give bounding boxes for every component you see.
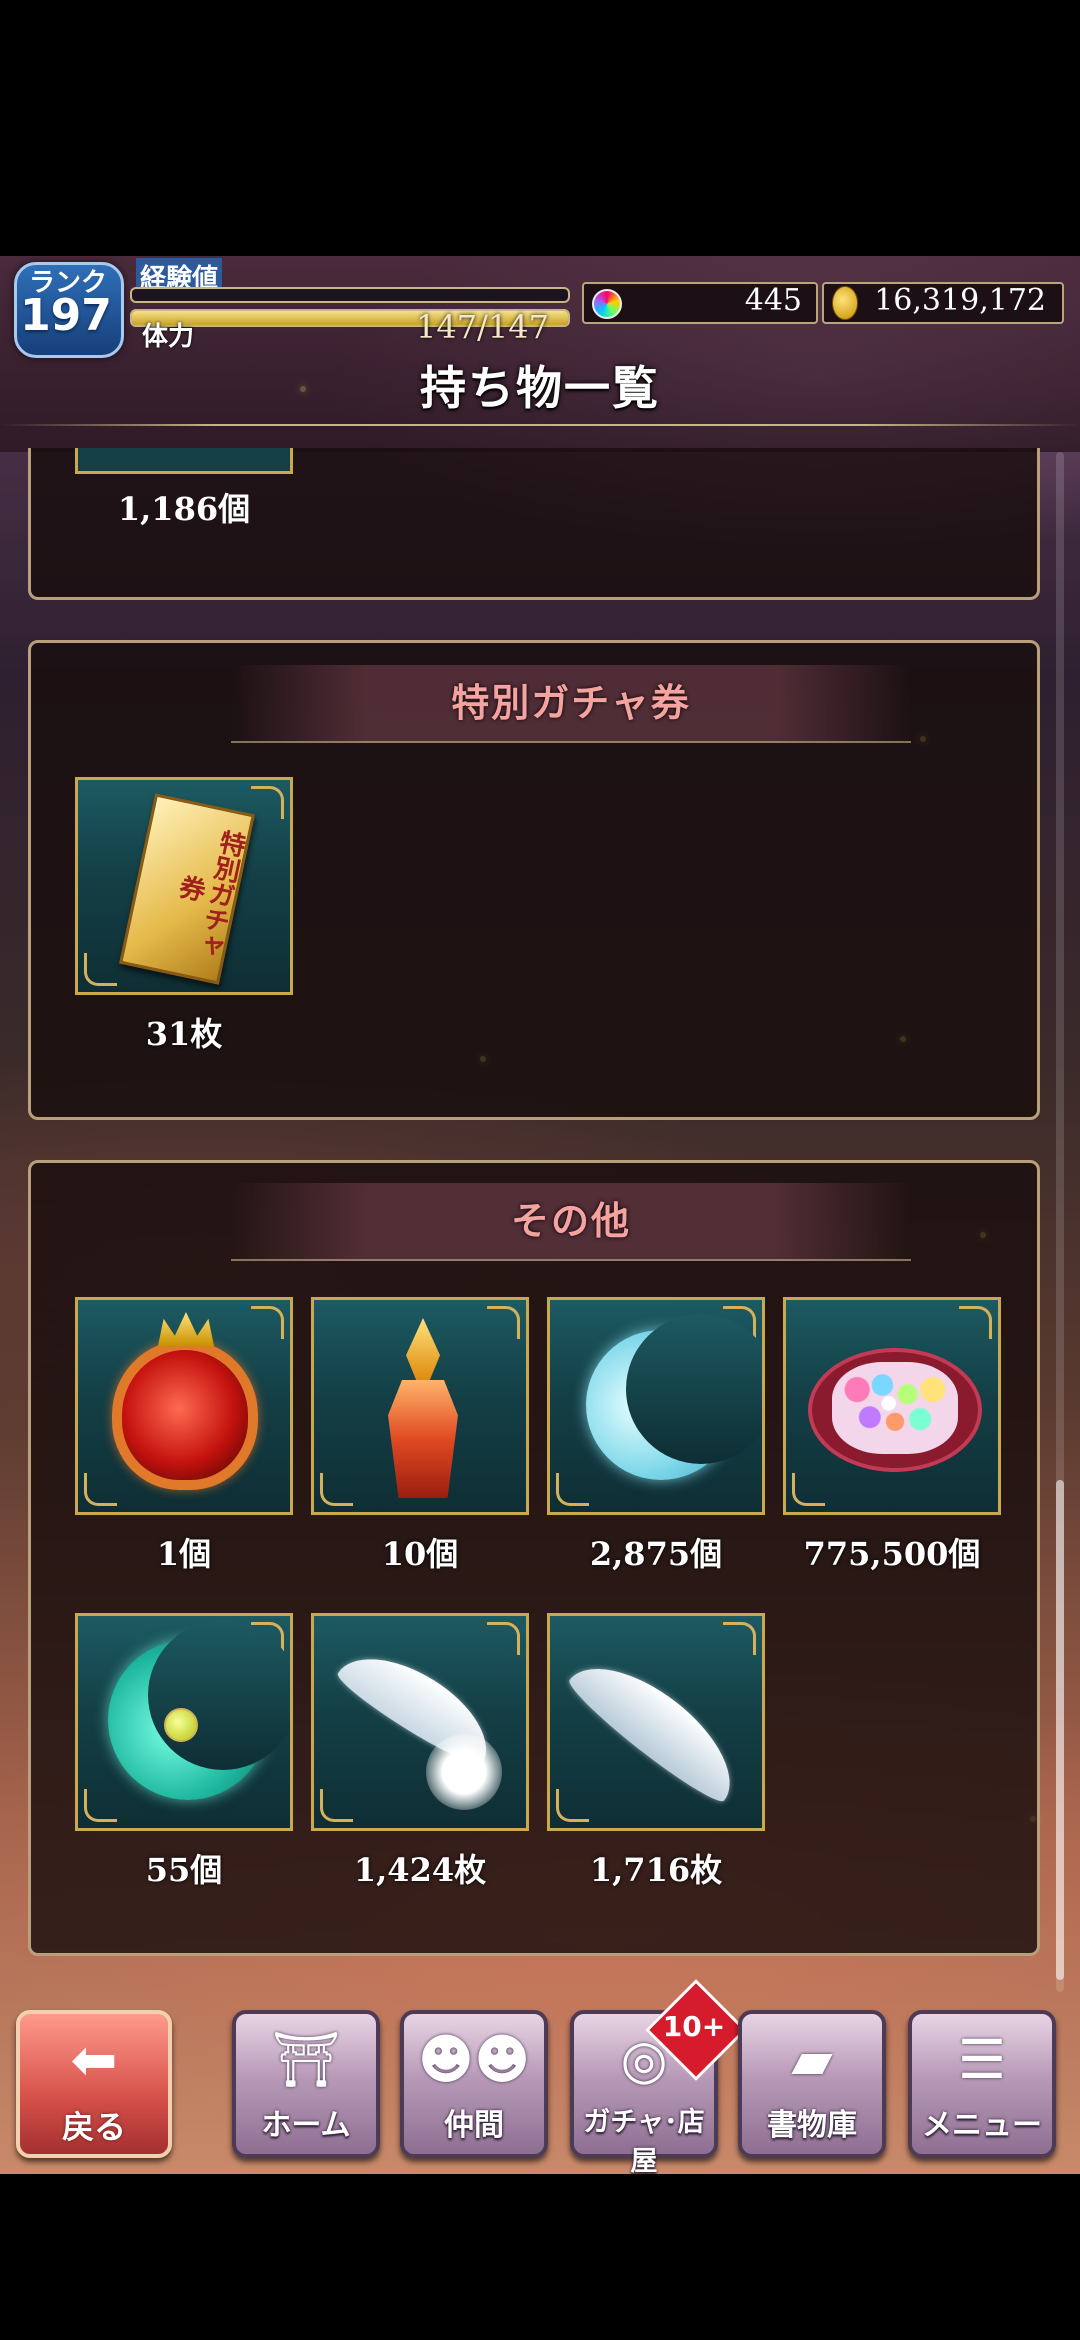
item-count: 1,424枚 <box>353 1851 487 1889</box>
section-title: 特別ガチャ券 <box>451 680 691 725</box>
scrollbar-thumb[interactable] <box>1056 1480 1064 1980</box>
stamina-value: 147/147 <box>416 308 549 346</box>
frame-ornament <box>320 1473 353 1506</box>
charm-pendant <box>164 1708 198 1742</box>
ticket-text: 特別ガチャ券 <box>172 827 248 961</box>
item-red-potion[interactable]: 1個 <box>75 1297 293 1575</box>
item-moon-charm[interactable]: 55個 <box>75 1613 293 1891</box>
item-count: 55個 <box>145 1851 223 1889</box>
friends-button[interactable]: ☻☻ 仲間 <box>400 2010 548 2158</box>
menu-icon: ☰ <box>957 2028 1007 2091</box>
frame-ornament <box>487 1306 520 1339</box>
item-frame[interactable] <box>75 1613 293 1831</box>
home-label: ホーム <box>261 2108 351 2143</box>
item-crescent-moon[interactable]: 2,875個 <box>547 1297 765 1575</box>
rank-value: 197 <box>20 290 112 341</box>
status-bar-area <box>0 0 1080 256</box>
panel-special-gacha: 特別ガチャ券 特別ガチャ券 31枚 <box>28 640 1040 1120</box>
item-count: 1,186個 <box>117 490 251 528</box>
gacha-shop-label: ガチャ･店屋 <box>583 2107 705 2177</box>
item-fluffy-feather[interactable]: 1,424枚 <box>311 1613 529 1891</box>
exp-bar <box>130 287 570 303</box>
frame-ornament <box>251 786 284 819</box>
item-count: 775,500個 <box>803 1535 981 1573</box>
item-frame[interactable] <box>783 1297 1001 1515</box>
library-label: 書物庫 <box>767 2108 857 2143</box>
item-frame[interactable] <box>311 1297 529 1515</box>
item-count: 1,716枚 <box>589 1851 723 1889</box>
bottle-stopper <box>406 1318 440 1380</box>
item-frame[interactable]: 特別ガチャ券 <box>75 777 293 995</box>
stamina-label: 体力 <box>142 322 195 352</box>
frame-ornament <box>487 1622 520 1655</box>
section-header: その他 <box>231 1183 911 1261</box>
item-frame[interactable] <box>547 1613 765 1831</box>
frame-ornament <box>84 1789 117 1822</box>
panel-previous-section: 1,186個 <box>28 448 1040 600</box>
moon-cutout <box>626 1314 762 1464</box>
section-title: その他 <box>510 1198 631 1243</box>
notification-badge-count: 10+ <box>662 2010 726 2043</box>
item-frame-partial[interactable] <box>75 448 293 474</box>
red-potion-icon <box>112 1340 258 1490</box>
item-frame[interactable] <box>75 1297 293 1515</box>
library-button[interactable]: ▰ 書物庫 <box>738 2010 886 2158</box>
bottom-bezel <box>0 2174 1080 2340</box>
frame-ornament <box>959 1306 992 1339</box>
white-feather-icon <box>562 1642 754 1810</box>
section-header: 特別ガチャ券 <box>231 665 911 743</box>
book-icon: ▰ <box>791 2028 833 2091</box>
friends-icon: ☻☻ <box>417 2028 531 2091</box>
arrow-left-icon: ⬅ <box>70 2028 118 2093</box>
feather-fluff <box>426 1734 502 1810</box>
frame-ornament <box>556 1473 589 1506</box>
item-count: 31枚 <box>145 1015 223 1053</box>
torii-gate-icon: ⛩ <box>271 2028 341 2091</box>
home-button[interactable]: ⛩ ホーム <box>232 2010 380 2158</box>
friends-label: 仲間 <box>444 2108 504 2143</box>
back-label: 戻る <box>61 2108 126 2146</box>
frame-ornament <box>320 1789 353 1822</box>
rainbow-gem-icon <box>592 289 622 319</box>
page-title: 持ち物一覧 <box>420 361 660 415</box>
potion-crown <box>158 1312 214 1346</box>
item-konpeito-candy[interactable]: 775,500個 <box>783 1297 1001 1575</box>
frame-ornament <box>792 1473 825 1506</box>
title-divider <box>0 424 1080 426</box>
frame-ornament <box>251 1306 284 1339</box>
candy-pile <box>832 1362 958 1454</box>
gem-value: 445 <box>744 283 802 318</box>
frame-ornament <box>723 1622 756 1655</box>
gacha-ticket-icon: 特別ガチャ券 <box>119 793 255 985</box>
item-count: 1個 <box>156 1535 212 1573</box>
charm-cutout <box>148 1620 290 1770</box>
menu-label: メニュー <box>922 2108 1042 2143</box>
item-frame[interactable] <box>547 1297 765 1515</box>
frame-ornament <box>556 1789 589 1822</box>
item-white-feather[interactable]: 1,716枚 <box>547 1613 765 1891</box>
item-gacha-ticket[interactable]: 特別ガチャ券 31枚 <box>75 777 293 1055</box>
coin-value: 16,319,172 <box>874 283 1046 318</box>
frame-ornament <box>84 953 117 986</box>
panel-other: その他 1個 10個 2,875個 775,500個 55個 1,424枚 1,… <box>28 1160 1040 1956</box>
item-elixir-bottle[interactable]: 10個 <box>311 1297 529 1575</box>
back-button[interactable]: ⬅ 戻る <box>16 2010 172 2158</box>
elixir-bottle-icon <box>388 1380 458 1498</box>
frame-ornament <box>84 1473 117 1506</box>
gold-coin-icon <box>832 286 858 320</box>
item-count: 10個 <box>381 1535 459 1573</box>
menu-button[interactable]: ☰ メニュー <box>908 2010 1056 2158</box>
item-frame[interactable] <box>311 1613 529 1831</box>
item-count: 2,875個 <box>589 1535 723 1573</box>
